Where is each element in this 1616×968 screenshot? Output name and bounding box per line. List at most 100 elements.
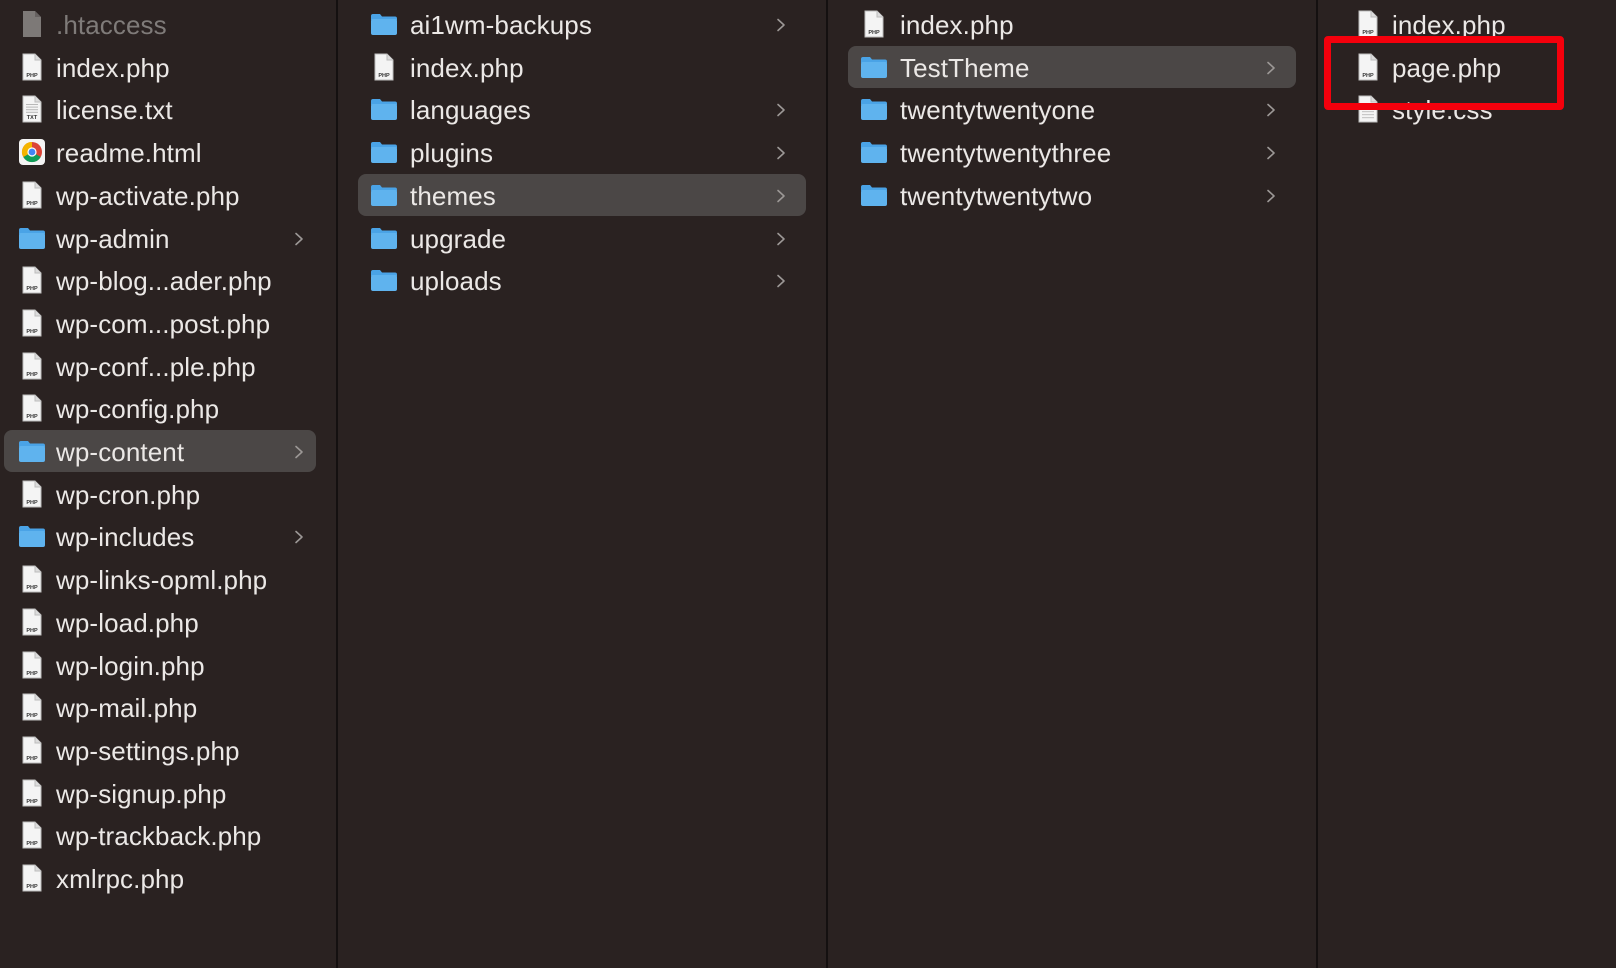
file-item-xmlrpc-php[interactable]: PHP xmlrpc.php	[4, 857, 316, 899]
php-file-icon: PHP	[18, 53, 46, 81]
chevron-right-icon	[1266, 146, 1276, 160]
folder-item-twentytwentythree[interactable]: twentytwentythree	[848, 131, 1296, 173]
folder-item-testtheme[interactable]: TestTheme	[848, 45, 1296, 88]
item-label: ai1wm-backups	[410, 10, 592, 40]
folder-item-themes[interactable]: themes	[358, 173, 806, 216]
file-item-wp-config-php[interactable]: PHP wp-config.php	[4, 387, 316, 429]
item-label: index.php	[1392, 10, 1506, 40]
folder-item-twentytwentyone[interactable]: twentytwentyone	[848, 88, 1296, 130]
file-item-wp-load-php[interactable]: PHP wp-load.php	[4, 601, 316, 643]
file-item-wp-conf-ple-php[interactable]: PHP wp-conf...ple.php	[4, 345, 316, 387]
svg-text:PHP: PHP	[378, 73, 390, 79]
folder-icon	[18, 437, 46, 465]
file-item-wp-activate-php[interactable]: PHP wp-activate.php	[4, 174, 316, 216]
file-item-wp-blog-ader-php[interactable]: PHP wp-blog...ader.php	[4, 259, 316, 301]
column-wp-content[interactable]: ai1wm-backups PHP index.php languages plugin…	[338, 0, 828, 968]
svg-text:PHP: PHP	[26, 73, 38, 79]
folder-item-uploads[interactable]: uploads	[358, 259, 806, 301]
item-label: twentytwentyone	[900, 95, 1096, 126]
item-label: wp-activate.php	[56, 180, 240, 211]
file-item-wp-cron-php[interactable]: PHP wp-cron.php	[4, 473, 316, 515]
item-label: languages	[410, 95, 531, 126]
file-item-wp-trackback-php[interactable]: PHP wp-trackback.php	[4, 814, 316, 856]
svg-text:PHP: PHP	[26, 414, 38, 420]
generic-file-icon	[18, 10, 46, 38]
file-item-wp-signup-php[interactable]: PHP wp-signup.php	[4, 772, 316, 814]
file-item-index-php[interactable]: PHP index.php	[1322, 3, 1612, 45]
svg-text:PHP: PHP	[26, 500, 38, 506]
folder-item-wp-includes[interactable]: wp-includes	[4, 515, 316, 557]
item-label: themes	[410, 180, 496, 211]
file-item-wp-settings-php[interactable]: PHP wp-settings.php	[4, 729, 316, 771]
folder-item-plugins[interactable]: plugins	[358, 131, 806, 173]
svg-text:PHP: PHP	[26, 884, 38, 890]
folder-icon	[370, 95, 398, 123]
item-label: wp-conf...ple.php	[56, 351, 256, 382]
svg-text:PHP: PHP	[26, 713, 38, 719]
item-label: wp-links-opml.php	[56, 565, 268, 596]
column-testtheme[interactable]: PHP index.php PHP page.php style.css	[1318, 0, 1616, 968]
file-item-htaccess[interactable]: .htaccess	[4, 3, 316, 45]
css-file-icon	[1354, 95, 1382, 123]
item-label: page.php	[1392, 52, 1502, 83]
svg-text:PHP: PHP	[26, 628, 38, 634]
folder-icon	[860, 95, 888, 123]
item-label: index.php	[410, 52, 524, 83]
item-label: readme.html	[56, 138, 202, 169]
folder-item-languages[interactable]: languages	[358, 88, 806, 130]
file-item-readme-html[interactable]: readme.html	[4, 131, 316, 173]
svg-text:PHP: PHP	[1362, 30, 1374, 36]
column-wordpress-root[interactable]: .htaccess PHP index.php TXT license.txt readm…	[0, 0, 338, 968]
php-file-icon: PHP	[18, 352, 46, 380]
php-file-icon: PHP	[18, 864, 46, 892]
folder-item-twentytwentytwo[interactable]: twentytwentytwo	[848, 174, 1296, 216]
php-file-icon: PHP	[18, 480, 46, 508]
php-file-icon: PHP	[18, 779, 46, 807]
folder-item-ai1wm-backups[interactable]: ai1wm-backups	[358, 3, 806, 45]
item-label: style.css	[1392, 95, 1493, 126]
item-label: wp-com...post.php	[56, 308, 271, 339]
file-item-index-php[interactable]: PHP index.php	[4, 46, 316, 88]
folder-icon	[370, 10, 398, 38]
chevron-right-icon	[294, 232, 304, 246]
svg-text:PHP: PHP	[26, 799, 38, 805]
item-label: twentytwentythree	[900, 138, 1112, 169]
file-item-license-txt[interactable]: TXT license.txt	[4, 88, 316, 130]
folder-item-wp-content[interactable]: wp-content	[4, 430, 316, 472]
folder-item-wp-admin[interactable]: wp-admin	[4, 217, 316, 259]
chevron-right-icon	[776, 232, 786, 246]
item-label: wp-settings.php	[56, 735, 240, 766]
folder-icon	[860, 138, 888, 166]
file-item-wp-com-post-php[interactable]: PHP wp-com...post.php	[4, 302, 316, 344]
item-label: wp-mail.php	[56, 693, 198, 724]
php-file-icon: PHP	[18, 565, 46, 593]
file-item-wp-mail-php[interactable]: PHP wp-mail.php	[4, 686, 316, 728]
file-item-style-css[interactable]: style.css	[1322, 88, 1612, 130]
chevron-right-icon	[294, 530, 304, 544]
file-item-wp-login-php[interactable]: PHP wp-login.php	[4, 644, 316, 686]
file-item-index-php[interactable]: PHP index.php	[848, 3, 1296, 45]
file-item-wp-links-opml-php[interactable]: PHP wp-links-opml.php	[4, 558, 316, 600]
item-label: wp-content	[56, 437, 185, 467]
item-label: wp-load.php	[56, 607, 199, 638]
item-label: upgrade	[410, 223, 507, 254]
php-file-icon: PHP	[18, 736, 46, 764]
folder-item-upgrade[interactable]: upgrade	[358, 217, 806, 259]
php-file-icon: PHP	[1354, 10, 1382, 38]
item-label: wp-trackback.php	[56, 821, 262, 852]
folder-icon	[860, 53, 888, 81]
item-label: wp-config.php	[56, 394, 220, 425]
column-themes[interactable]: PHP index.php TestTheme twentytwentyone twen…	[828, 0, 1318, 968]
svg-text:PHP: PHP	[26, 585, 38, 591]
file-item-index-php[interactable]: PHP index.php	[358, 46, 806, 88]
folder-icon	[860, 181, 888, 209]
item-label: .htaccess	[56, 10, 167, 40]
item-label: uploads	[410, 266, 502, 297]
php-file-icon: PHP	[18, 181, 46, 209]
item-label: index.php	[56, 52, 170, 83]
folder-icon	[370, 138, 398, 166]
chevron-right-icon	[776, 146, 786, 160]
php-file-icon: PHP	[18, 821, 46, 849]
php-file-icon: PHP	[18, 651, 46, 679]
file-item-page-php[interactable]: PHP page.php	[1322, 46, 1612, 88]
